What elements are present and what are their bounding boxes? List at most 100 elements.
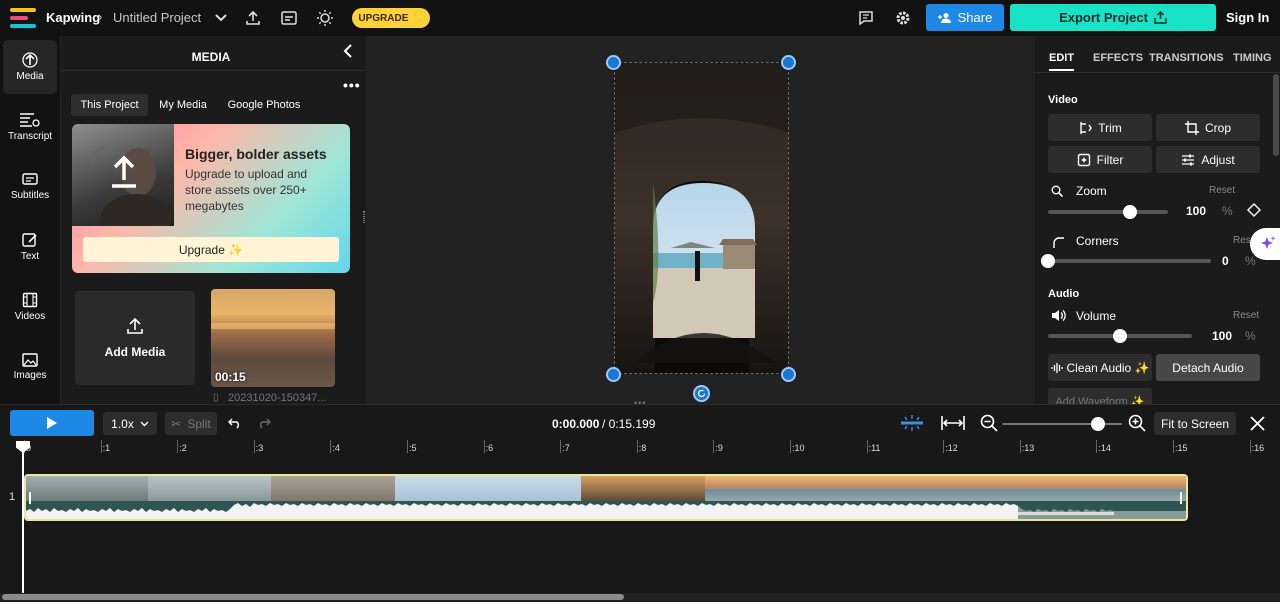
clip-trim-handle-right[interactable] xyxy=(1180,492,1182,504)
panel-scrollbar[interactable] xyxy=(1273,74,1279,156)
add-media-button[interactable]: Add Media xyxy=(75,291,195,385)
ruler-tick-line xyxy=(943,440,945,453)
rail-item-images[interactable]: Images xyxy=(3,340,57,394)
share-upload-icon[interactable] xyxy=(243,8,263,28)
collapse-panel-icon[interactable] xyxy=(343,44,353,63)
tab-edit[interactable]: EDIT xyxy=(1049,52,1075,71)
corners-unit: % xyxy=(1245,254,1256,268)
zoom-value[interactable]: 100 xyxy=(1186,204,1206,218)
clean-audio-label: Clean Audio ✨ xyxy=(1066,360,1150,375)
clean-audio-button[interactable]: Clean Audio ✨ xyxy=(1048,354,1152,381)
resize-handle-bottom-left[interactable] xyxy=(606,367,621,382)
volume-slider[interactable] xyxy=(1048,329,1192,343)
detach-audio-button[interactable]: Detach Audio xyxy=(1156,354,1260,381)
add-waveform-button[interactable]: Add Waveform ✨ xyxy=(1048,388,1152,404)
tab-my-media[interactable]: My Media xyxy=(153,94,213,116)
crop-label: Crop xyxy=(1204,120,1231,135)
timeline-scrollbar-thumb[interactable] xyxy=(2,594,624,600)
ai-assistant-sparkle-icon[interactable] xyxy=(1250,228,1280,260)
comment-icon[interactable] xyxy=(856,8,876,28)
ruler-tick-label: :4 xyxy=(332,443,340,453)
volume-value[interactable]: 100 xyxy=(1212,329,1232,343)
clip-trim-handle-left[interactable] xyxy=(29,492,31,504)
corners-slider[interactable] xyxy=(1041,254,1211,268)
ruler-tick-line xyxy=(1096,440,1098,453)
time-ruler[interactable]: 0:1:2:3:4:5:6:7:8:9:10:11:12:13:14:15:16 xyxy=(0,405,1280,461)
resize-handle-top-left[interactable] xyxy=(606,55,621,70)
preview-canvas: ••• xyxy=(366,36,1032,408)
panel-divider xyxy=(61,70,366,71)
kapwing-logo-icon[interactable] xyxy=(10,8,38,28)
ruler-tick-label: :8 xyxy=(638,443,647,453)
add-media-label: Add Media xyxy=(104,345,166,359)
rotate-handle-icon[interactable] xyxy=(693,385,710,402)
export-project-button[interactable]: Export Project xyxy=(1010,4,1216,31)
panel-resize-handle[interactable] xyxy=(363,211,365,223)
chevron-down-icon[interactable] xyxy=(211,8,231,28)
corners-label: Corners xyxy=(1076,234,1119,248)
waveform-icon xyxy=(1050,362,1063,373)
share-button[interactable]: Share xyxy=(926,4,1004,31)
rail-item-videos[interactable]: Videos xyxy=(3,280,57,334)
gear-icon[interactable] xyxy=(893,8,913,28)
zoom-reset-button[interactable]: Reset xyxy=(1209,185,1235,196)
tab-this-project[interactable]: This Project xyxy=(71,94,148,116)
crop-icon xyxy=(1184,120,1199,135)
video-clip-track[interactable] xyxy=(24,474,1188,521)
audio-section-title: Audio xyxy=(1048,288,1080,300)
brand-name[interactable]: Kapwing xyxy=(46,10,100,25)
corner-radius-icon xyxy=(1053,235,1064,253)
tab-effects[interactable]: EFFECTS xyxy=(1093,52,1143,64)
filter-label: Filter xyxy=(1096,152,1124,167)
promo-heading: Bigger, bolder assets xyxy=(185,146,327,162)
media-clip-thumbnail[interactable]: 00:15 xyxy=(211,289,335,387)
rail-label: Subtitles xyxy=(10,190,50,201)
crop-button[interactable]: Crop xyxy=(1156,114,1260,141)
more-options-icon[interactable]: ••• xyxy=(343,77,361,93)
clip-filename: 20231020-150347... xyxy=(228,392,327,404)
ruler-tick-label: :6 xyxy=(485,443,494,453)
video-frame[interactable] xyxy=(614,62,789,374)
zoom-slider[interactable] xyxy=(1048,205,1168,219)
corners-slider-knob[interactable] xyxy=(1041,254,1055,268)
zoom-slider-knob[interactable] xyxy=(1122,205,1137,219)
trim-icon xyxy=(1080,121,1093,134)
tab-timing[interactable]: TIMING xyxy=(1233,52,1272,64)
adjust-button[interactable]: Adjust xyxy=(1156,146,1260,173)
ruler-tick-line xyxy=(407,440,408,453)
ruler-tick-label: :9 xyxy=(715,443,723,453)
rail-item-subtitles[interactable]: Subtitles xyxy=(3,160,57,214)
keyframe-diamond-icon[interactable] xyxy=(1247,203,1261,222)
rail-item-transcript[interactable]: Transcript xyxy=(3,100,57,154)
corners-reset-button[interactable]: Reset xyxy=(1233,235,1251,246)
resize-handle-top-right[interactable] xyxy=(781,55,796,70)
volume-slider-knob[interactable] xyxy=(1113,329,1127,343)
upgrade-button[interactable]: UPGRADE ✨ xyxy=(352,8,430,28)
tab-divider xyxy=(1034,72,1280,73)
rail-label: Text xyxy=(20,251,40,262)
project-title[interactable]: Untitled Project xyxy=(113,10,201,25)
playhead[interactable] xyxy=(22,441,24,599)
volume-reset-button[interactable]: Reset xyxy=(1233,310,1259,321)
video-preview-image xyxy=(615,63,788,373)
zoom-unit: % xyxy=(1222,204,1233,218)
left-rail: Media Transcript Subtitles Text Videos I… xyxy=(0,36,60,404)
clip-duration: 00:15 xyxy=(215,370,246,384)
rail-item-text[interactable]: Text xyxy=(3,220,57,274)
rail-item-media[interactable]: Media xyxy=(3,40,57,94)
ruler-tick-label: :15 xyxy=(1175,443,1188,453)
sign-in-link[interactable]: Sign In xyxy=(1226,10,1269,25)
captions-icon[interactable] xyxy=(279,8,299,28)
ruler-tick-line xyxy=(713,440,715,453)
tab-transitions[interactable]: TRANSITIONS xyxy=(1149,52,1224,64)
tab-google-photos[interactable]: Google Photos xyxy=(221,94,307,116)
ruler-tick-line xyxy=(560,440,562,453)
corners-value[interactable]: 0 xyxy=(1222,254,1229,268)
trim-button[interactable]: Trim xyxy=(1048,114,1152,141)
upgrade-promo-card: Bigger, bolder assets Upgrade to upload … xyxy=(72,124,350,273)
rail-label: Videos xyxy=(14,311,46,322)
lightbulb-icon[interactable] xyxy=(315,8,335,28)
resize-handle-bottom-right[interactable] xyxy=(781,367,796,382)
filter-button[interactable]: Filter xyxy=(1048,146,1152,173)
promo-upgrade-button[interactable]: Upgrade ✨ xyxy=(83,237,339,262)
